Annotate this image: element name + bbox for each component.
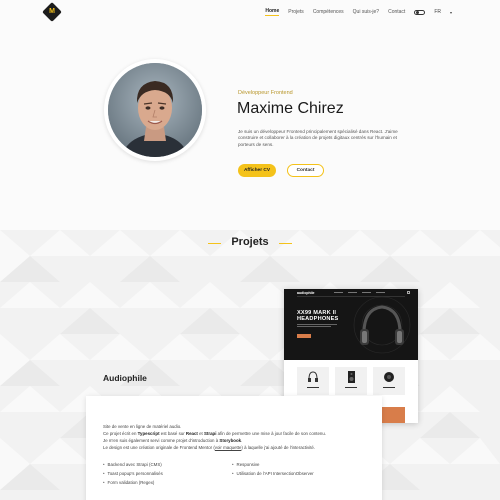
projects-heading: Projets — [0, 236, 500, 250]
hero-section: Développeur Frontend Maxime Chirez Je su… — [0, 24, 500, 230]
heading-divider-right — [279, 243, 292, 244]
project-paragraph-3: Je m'en suis également servi comme proje… — [103, 438, 243, 443]
projects-title: Projets — [231, 236, 269, 248]
language-selector[interactable]: FR — [434, 9, 441, 15]
chevron-down-icon[interactable]: ▾ — [450, 10, 452, 15]
feature-item: Utilisation de l'API IntersectionObserve… — [232, 471, 314, 476]
avatar — [108, 63, 202, 157]
project-name: Audiophile — [103, 373, 147, 383]
project-paragraph-4: Le design est une création originale de … — [103, 445, 316, 450]
show-cv-button[interactable]: Afficher CV — [238, 164, 276, 177]
project-paragraph-1: Site de vente en ligne de matériel audio… — [103, 424, 182, 429]
nav-links: Home Projets Compétences Qui suis-je? Co… — [265, 0, 452, 24]
avatar-frame — [104, 59, 206, 161]
feature-item: Form validation (Regex) — [103, 480, 155, 485]
mockup-link[interactable]: voir maquette — [215, 445, 242, 450]
feature-item: Responsive — [232, 462, 260, 467]
contact-button[interactable]: Contact — [287, 164, 324, 177]
hero-description: Je suis un développeur Frontend principa… — [238, 129, 398, 147]
top-navbar: M Home Projets Compétences Qui suis-je? … — [0, 0, 500, 24]
hero-name: Maxime Chirez — [237, 100, 344, 117]
screenshot-categories — [297, 367, 405, 395]
speaker-icon — [348, 371, 355, 383]
feature-item: Backend avec Strapi (CMS) — [103, 462, 162, 467]
avatar-portrait — [108, 63, 202, 157]
heading-divider-left — [208, 243, 221, 244]
earphones-icon — [384, 372, 394, 382]
feature-item: Toast popup's personnalisés — [103, 471, 163, 476]
nav-link-competences[interactable]: Compétences — [313, 9, 344, 15]
nav-link-contact[interactable]: Contact — [388, 9, 405, 15]
theme-toggle-icon[interactable] — [414, 9, 426, 15]
project-paragraph-2: Ce projet écrit en Typescript est basé s… — [103, 431, 327, 436]
headphones-icon — [353, 296, 411, 354]
headphones-icon — [308, 371, 318, 382]
project-description-card: Site de vente en ligne de matériel audio… — [86, 396, 382, 500]
nav-link-projets[interactable]: Projets — [288, 9, 304, 15]
logo-letter[interactable]: M — [45, 5, 59, 19]
hero-eyebrow: Développeur Frontend — [238, 90, 293, 96]
nav-link-qui-suis-je[interactable]: Qui suis-je? — [353, 9, 379, 15]
screenshot-hero: audiophile XX99 MARK II HEADPHONES — [284, 289, 418, 360]
nav-link-home[interactable]: Home — [265, 8, 280, 16]
projects-section: Projets audiophile XX99 MARK II HEADPHON… — [0, 230, 500, 500]
